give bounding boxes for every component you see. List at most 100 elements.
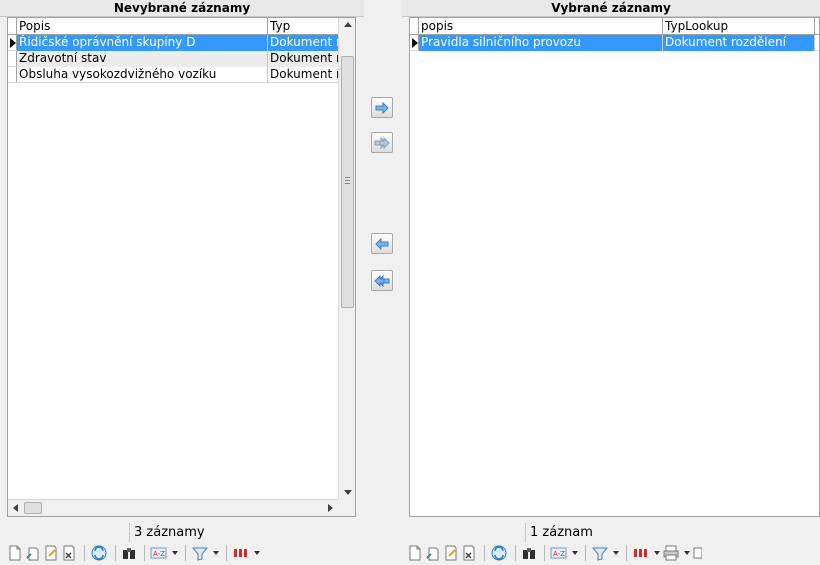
row-indicator-header (410, 18, 419, 34)
table-row[interactable]: Řidičské oprávnění skupiny D Dokument ro (8, 35, 355, 51)
table-row[interactable]: Obsluha vysokozdvižného vozíku Dokument … (8, 67, 355, 83)
grid-header: popis TypLookup (410, 18, 819, 35)
edit-record-button[interactable] (43, 544, 59, 562)
find-button[interactable] (521, 544, 537, 562)
toolbar-separator (515, 545, 516, 561)
find-button[interactable] (121, 544, 137, 562)
add-selected-button[interactable] (371, 97, 393, 118)
new-document-icon (9, 545, 21, 561)
filter-icon (591, 547, 609, 561)
sort-az-icon: A-Z (150, 547, 167, 559)
chevron-down-icon[interactable] (613, 551, 619, 555)
cell-popis[interactable]: Řidičské oprávnění skupiny D (17, 35, 268, 51)
printer-icon (663, 545, 679, 561)
horizontal-scrollbar[interactable] (8, 499, 338, 516)
print-button[interactable] (662, 544, 690, 562)
row-pointer-icon (10, 38, 16, 48)
delete-document-icon (63, 545, 75, 561)
selected-grid[interactable]: popis TypLookup Pravidla silničního prov… (409, 17, 820, 517)
refresh-button[interactable] (90, 544, 108, 562)
left-toolbar: A-Z (7, 543, 262, 563)
chevron-down-icon[interactable] (213, 551, 219, 555)
new-record-button[interactable] (407, 544, 423, 562)
table-row[interactable]: Zdravotní stav Dokument ro (8, 51, 355, 67)
edit-document-icon (45, 545, 57, 561)
remove-selected-button[interactable] (371, 233, 393, 254)
sort-button[interactable]: A-Z (550, 544, 578, 562)
chevron-down-icon[interactable] (572, 551, 578, 555)
right-toolbar: A-Z (407, 543, 704, 563)
export-button[interactable] (692, 544, 702, 562)
cell-typlookup[interactable]: Dokument rozdělení (663, 35, 815, 51)
filter-button[interactable] (191, 544, 219, 562)
scroll-left-icon[interactable] (13, 504, 18, 512)
chevron-down-icon[interactable] (684, 551, 690, 555)
grid-header: Popis Typ (8, 18, 355, 35)
column-header-typlookup[interactable]: TypLookup (663, 18, 815, 35)
unselected-panel: Nevybrané záznamy Popis Typ Řidičské opr… (0, 0, 364, 565)
arrow-right-icon (375, 101, 389, 114)
row-pointer-icon (412, 38, 418, 48)
scrollbar-corner (338, 499, 355, 516)
unselected-grid[interactable]: Popis Typ Řidičské oprávnění skupiny D D… (7, 17, 356, 517)
double-arrow-right-icon (374, 136, 390, 149)
add-all-button[interactable] (371, 132, 393, 153)
refresh-button[interactable] (490, 544, 508, 562)
chevron-down-icon[interactable] (254, 551, 260, 555)
filter-button[interactable] (591, 544, 619, 562)
svg-text:A-Z: A-Z (153, 550, 165, 558)
toolbar-separator (544, 545, 545, 561)
row-indicator (8, 67, 17, 82)
columns-icon (234, 549, 247, 557)
sort-button[interactable]: A-Z (150, 544, 178, 562)
binoculars-icon (523, 548, 535, 559)
delete-record-button[interactable] (461, 544, 477, 562)
sort-az-icon: A-Z (550, 547, 567, 559)
delete-document-icon (463, 545, 475, 561)
row-indicator-header (8, 18, 17, 34)
refresh-icon (491, 545, 507, 561)
status-bar: 1 záznam (403, 523, 820, 542)
scroll-up-icon[interactable] (344, 22, 352, 27)
remove-all-button[interactable] (371, 270, 393, 291)
current-row-indicator (8, 35, 17, 50)
scroll-thumb[interactable] (24, 502, 42, 514)
cell-popis[interactable]: Obsluha vysokozdvižného vozíku (17, 67, 268, 83)
copy-document-icon (26, 547, 39, 561)
scroll-thumb[interactable] (341, 56, 354, 308)
current-row-indicator (410, 35, 419, 50)
cell-popis[interactable]: Zdravotní stav (17, 51, 268, 67)
toolbar-separator (585, 545, 586, 561)
toolbar-separator (144, 545, 145, 561)
arrow-left-icon (375, 237, 389, 250)
column-header-popis[interactable]: popis (419, 18, 663, 35)
columns-button[interactable] (232, 544, 260, 562)
cell-popis[interactable]: Pravidla silničního provozu (419, 35, 663, 51)
column-header-popis[interactable]: Popis (17, 18, 268, 35)
toolbar-separator (226, 545, 227, 561)
status-bar: 3 záznamy (7, 523, 356, 542)
vertical-scrollbar[interactable] (338, 18, 355, 499)
column-header-typ[interactable]: Typ (268, 18, 346, 35)
cell-typ[interactable]: Dokument ro (268, 51, 346, 67)
chevron-down-icon[interactable] (172, 551, 178, 555)
refresh-icon (91, 545, 107, 561)
chevron-down-icon[interactable] (654, 551, 660, 555)
copy-record-button[interactable] (25, 544, 41, 562)
cell-typ[interactable]: Dokument ro (268, 35, 346, 51)
new-document-icon (409, 545, 421, 561)
scroll-down-icon[interactable] (344, 490, 352, 495)
export-icon (693, 547, 702, 559)
copy-record-button[interactable] (425, 544, 441, 562)
new-record-button[interactable] (7, 544, 23, 562)
cell-typ[interactable]: Dokument ro (268, 67, 346, 83)
columns-icon (634, 549, 647, 557)
table-row[interactable]: Pravidla silničního provozu Dokument roz… (410, 35, 819, 51)
selected-panel: Vybrané záznamy popis TypLookup Pravidla… (402, 0, 820, 565)
selected-title: Vybrané záznamy (402, 0, 820, 17)
dual-list-selector: Nevybrané záznamy Popis Typ Řidičské opr… (0, 0, 820, 565)
scroll-right-icon[interactable] (328, 504, 333, 512)
columns-button[interactable] (632, 544, 660, 562)
edit-record-button[interactable] (443, 544, 459, 562)
delete-record-button[interactable] (61, 544, 77, 562)
